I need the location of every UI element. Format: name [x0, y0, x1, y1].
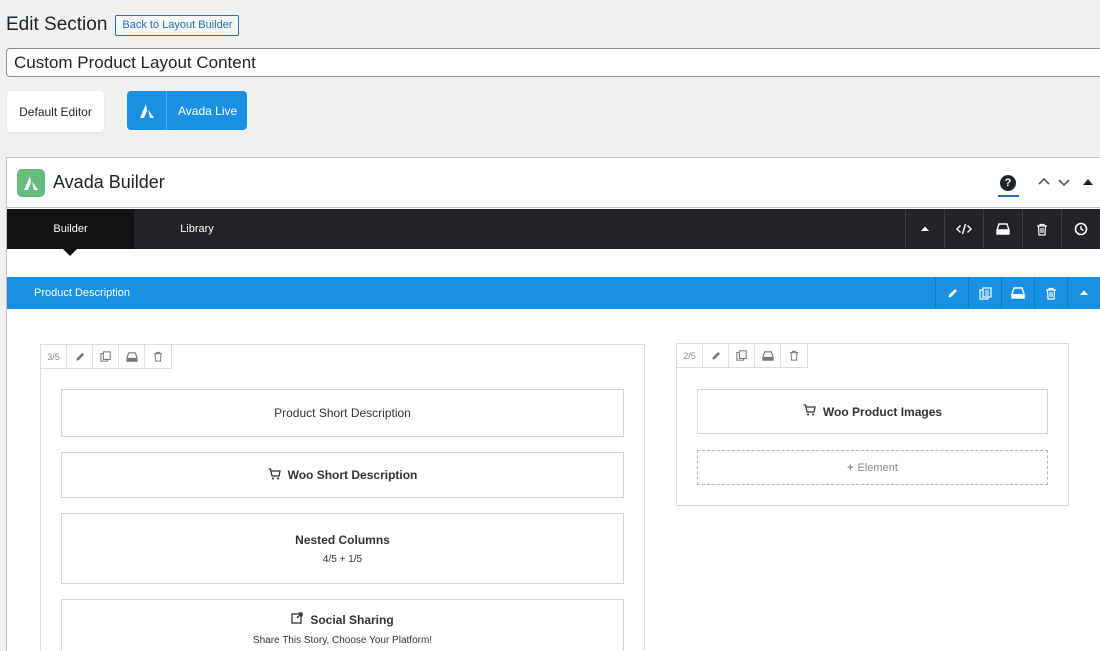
page-title: Edit Section: [6, 14, 108, 35]
cart-icon: [268, 467, 281, 483]
avada-builder-logo-icon: [17, 168, 45, 197]
element-title: Nested Columns: [295, 532, 390, 547]
builder-title: Avada Builder: [53, 172, 165, 192]
help-icon[interactable]: ?: [1000, 175, 1016, 191]
trash-icon[interactable]: [781, 344, 807, 367]
save-icon[interactable]: [755, 344, 781, 367]
element-woo-short-description[interactable]: Woo Short Description: [61, 452, 624, 498]
element-subtitle: Share This Story, Choose Your Platform!: [252, 635, 433, 646]
element-woo-product-images[interactable]: Woo Product Images: [697, 389, 1048, 434]
share-icon: [291, 612, 303, 627]
pencil-icon[interactable]: [67, 345, 93, 368]
chevron-up-icon[interactable]: [1037, 175, 1051, 194]
builder-tabbar: Builder Library: [7, 209, 1100, 256]
collapse-icon[interactable]: [905, 209, 944, 249]
trash-icon[interactable]: [145, 345, 171, 368]
save-icon[interactable]: [1001, 277, 1034, 309]
pencil-icon[interactable]: [703, 344, 729, 367]
clone-icon[interactable]: [968, 277, 1001, 309]
tab-builder[interactable]: Builder: [7, 209, 134, 256]
title-input[interactable]: Custom Product Layout Content: [6, 48, 1100, 77]
plus-icon: +: [847, 461, 854, 474]
section-bar[interactable]: Product Description: [7, 277, 1100, 309]
page-header: Edit Section Back to Layout Builder: [6, 14, 240, 36]
collapse-icon[interactable]: [1067, 277, 1100, 309]
element-nested-columns[interactable]: Nested Columns 4/5 + 1/5: [61, 513, 624, 584]
element-title: Woo Product Images: [822, 404, 943, 419]
default-editor-button[interactable]: Default Editor: [7, 91, 104, 132]
panel-toggle-icon[interactable]: [1083, 179, 1093, 185]
builder-header: Avada Builder ?: [7, 158, 1100, 208]
add-element-button[interactable]: + Element: [697, 450, 1048, 485]
section-label: Product Description: [34, 287, 130, 299]
element-title: Woo Short Description: [287, 468, 418, 482]
clone-icon[interactable]: [93, 345, 119, 368]
tab-library[interactable]: Library: [134, 209, 260, 249]
element-product-short-description[interactable]: Product Short Description: [61, 389, 624, 437]
cart-icon: [803, 404, 816, 419]
builder-toolbar: [905, 209, 1100, 249]
avada-builder-panel: Avada Builder ? Builder Library Product …: [6, 157, 1100, 651]
trash-icon[interactable]: [1022, 209, 1061, 249]
save-icon[interactable]: [119, 345, 145, 368]
element-title: Product Short Description: [274, 406, 411, 420]
avada-live-label: Avada Live: [178, 103, 238, 118]
element-subtitle: 4/5 + 1/5: [322, 553, 363, 565]
clone-icon[interactable]: [729, 344, 755, 367]
column-size-label[interactable]: 3/5: [41, 345, 67, 368]
trash-icon[interactable]: [1034, 277, 1067, 309]
pencil-icon[interactable]: [935, 277, 968, 309]
column-toolbar: 2/5: [677, 344, 808, 368]
element-social-sharing[interactable]: Social Sharing Share This Story, Choose …: [61, 599, 624, 651]
add-element-label: Element: [857, 461, 898, 474]
element-title: Social Sharing: [310, 612, 394, 627]
column-size-label[interactable]: 2/5: [677, 344, 703, 367]
save-icon[interactable]: [983, 209, 1022, 249]
help-underline: [998, 195, 1019, 197]
avada-logo-icon: [127, 91, 167, 130]
history-icon[interactable]: [1061, 209, 1100, 249]
chevron-down-icon[interactable]: [1057, 175, 1071, 194]
back-to-layout-builder-button[interactable]: Back to Layout Builder: [115, 14, 240, 36]
column-toolbar: 3/5: [41, 345, 172, 369]
code-icon[interactable]: [944, 209, 983, 249]
avada-live-button[interactable]: Avada Live: [127, 91, 247, 130]
section-toolbar: [935, 277, 1100, 309]
